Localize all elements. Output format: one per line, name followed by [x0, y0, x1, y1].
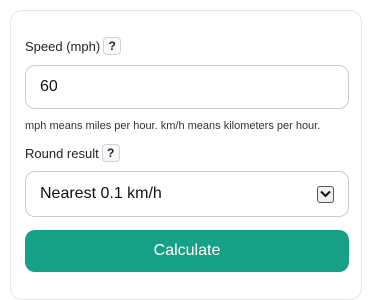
speed-label-row: Speed (mph) ? [25, 37, 122, 55]
round-help-icon[interactable]: ? [101, 144, 120, 162]
converter-card: Speed (mph) ? mph means miles per hour. … [10, 10, 362, 300]
unit-hint: mph means miles per hour. km/h means kil… [25, 120, 321, 132]
calculate-button[interactable]: Calculate [25, 230, 349, 272]
round-select[interactable]: Nearest 0.1 km/h [25, 171, 349, 217]
speed-input[interactable] [25, 65, 349, 109]
speed-help-icon[interactable]: ? [103, 37, 122, 55]
speed-label: Speed (mph) [25, 38, 101, 54]
round-label: Round result [25, 145, 99, 161]
round-selected-value: Nearest 0.1 km/h [40, 185, 162, 202]
round-label-row: Round result ? [25, 144, 120, 162]
chevron-down-icon [317, 185, 334, 203]
